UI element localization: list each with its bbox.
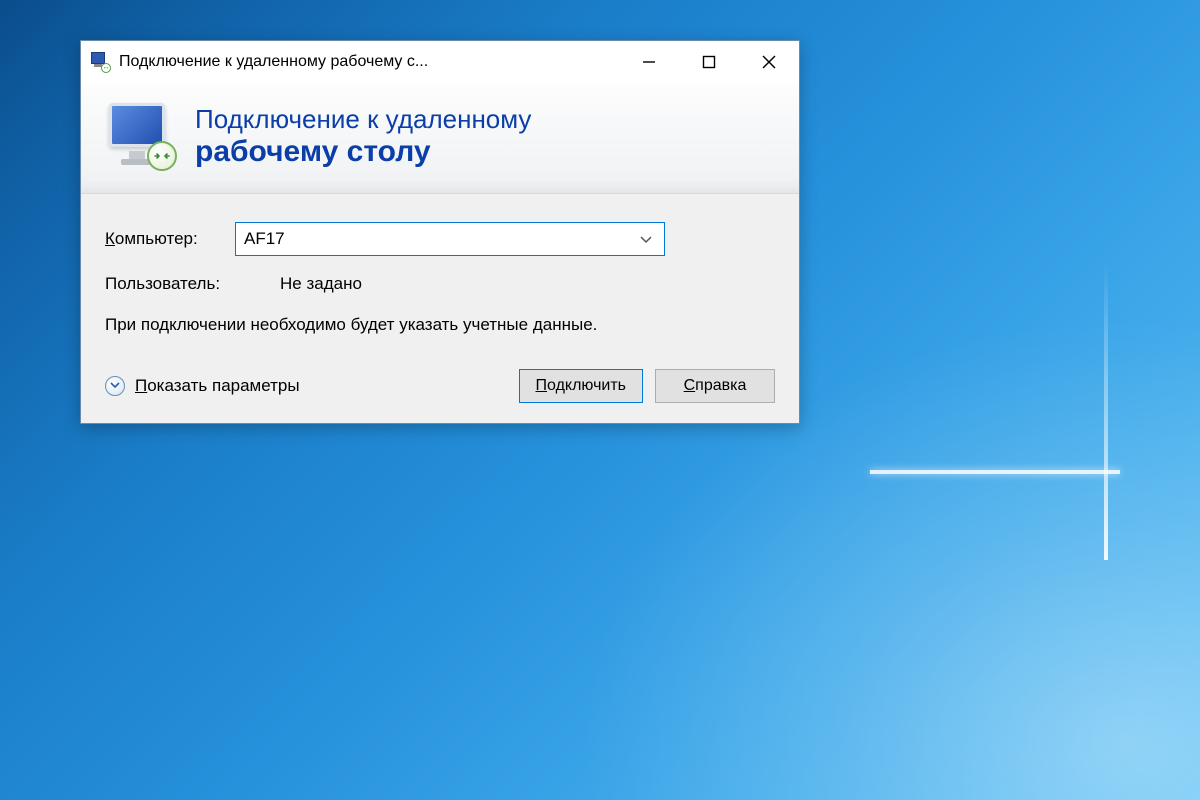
window-controls xyxy=(619,41,799,83)
footer: Показать параметры Подключить Справка xyxy=(105,369,775,403)
banner: Подключение к удаленному рабочему столу xyxy=(81,83,799,194)
show-options-link[interactable]: Показать параметры xyxy=(105,376,519,396)
user-row: Пользователь: Не задано xyxy=(105,274,775,294)
rdp-app-icon: ↔ xyxy=(89,51,111,73)
chevron-down-icon[interactable] xyxy=(636,229,656,249)
banner-line1: Подключение к удаленному xyxy=(195,105,531,135)
expand-down-icon xyxy=(105,376,125,396)
desktop-streak-vertical xyxy=(1104,260,1108,560)
connect-button[interactable]: Подключить xyxy=(519,369,643,403)
minimize-button[interactable] xyxy=(619,41,679,83)
desktop-streak xyxy=(870,470,1120,474)
banner-line2: рабочему столу xyxy=(195,135,531,170)
computer-combobox[interactable] xyxy=(235,222,665,256)
content-area: Компьютер: Пользователь: Не задано При п… xyxy=(81,194,799,423)
computer-input[interactable] xyxy=(244,229,636,249)
close-button[interactable] xyxy=(739,41,799,83)
computer-label: Компьютер: xyxy=(105,229,235,249)
rdp-banner-icon xyxy=(103,101,175,173)
banner-text: Подключение к удаленному рабочему столу xyxy=(195,105,531,169)
maximize-button[interactable] xyxy=(679,41,739,83)
credentials-hint: При подключении необходимо будет указать… xyxy=(105,314,625,337)
computer-row: Компьютер: xyxy=(105,222,775,256)
window-title: Подключение к удаленному рабочему с... xyxy=(119,53,619,71)
user-value: Не задано xyxy=(280,274,362,294)
show-options-label: Показать параметры xyxy=(135,376,300,396)
help-button[interactable]: Справка xyxy=(655,369,775,403)
rdp-window: ↔ Подключение к удаленному рабочему с... xyxy=(80,40,800,424)
titlebar[interactable]: ↔ Подключение к удаленному рабочему с... xyxy=(81,41,799,83)
action-buttons: Подключить Справка xyxy=(519,369,775,403)
user-label: Пользователь: xyxy=(105,274,280,294)
